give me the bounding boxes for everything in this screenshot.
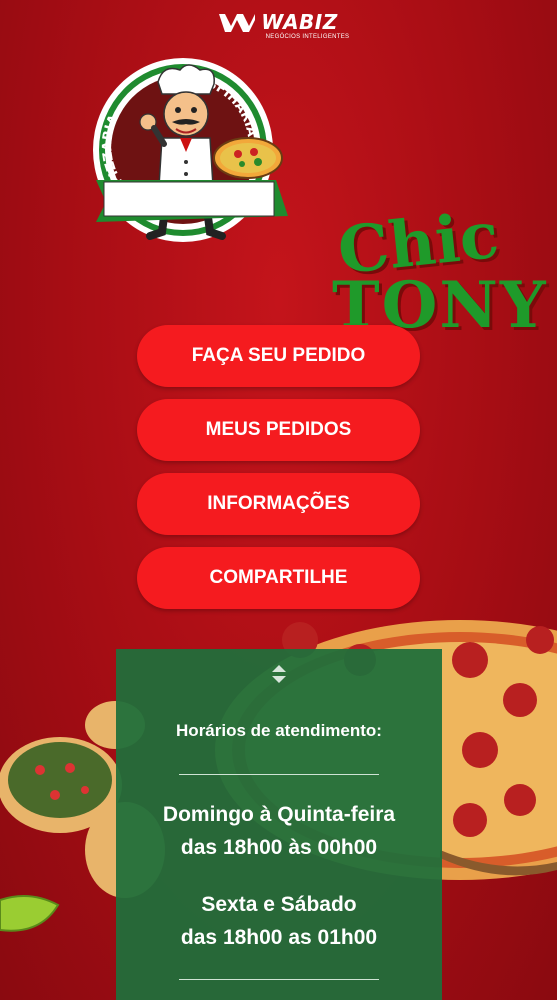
schedule-days: Sexta e Sábado (201, 893, 357, 916)
hours-title: Horários de atendimento: (176, 721, 382, 740)
wabiz-tagline: NEGÓCIOS INTELIGENTES (265, 34, 350, 40)
chef-emblem-icon: PIZZARIA ESFIHARIA (93, 58, 288, 242)
my-orders-button[interactable]: MEUS PEDIDOS (137, 399, 420, 461)
order-button[interactable]: FAÇA SEU PEDIDO (137, 325, 420, 387)
schedule-days: Domingo à Quinta-feira (162, 803, 396, 826)
divider (179, 979, 379, 980)
opening-hours-panel: Horários de atendimento: Domingo à Quint… (116, 649, 442, 1000)
wabiz-logo-icon (219, 14, 256, 32)
wabiz-brand: WABIZ NEGÓCIOS INTELIGENTES (0, 10, 557, 40)
wabiz-name: WABIZ (261, 10, 338, 34)
divider (179, 774, 379, 775)
information-button[interactable]: INFORMAÇÕES (137, 473, 420, 535)
restaurant-logo: PIZZARIA ESFIHARIA Chic TONY (88, 52, 546, 338)
schedule-time: das 18h00 as 01h00 (180, 926, 378, 949)
expand-toggle-icon[interactable] (266, 661, 292, 687)
schedule-time: das 18h00 às 00h00 (180, 836, 378, 859)
